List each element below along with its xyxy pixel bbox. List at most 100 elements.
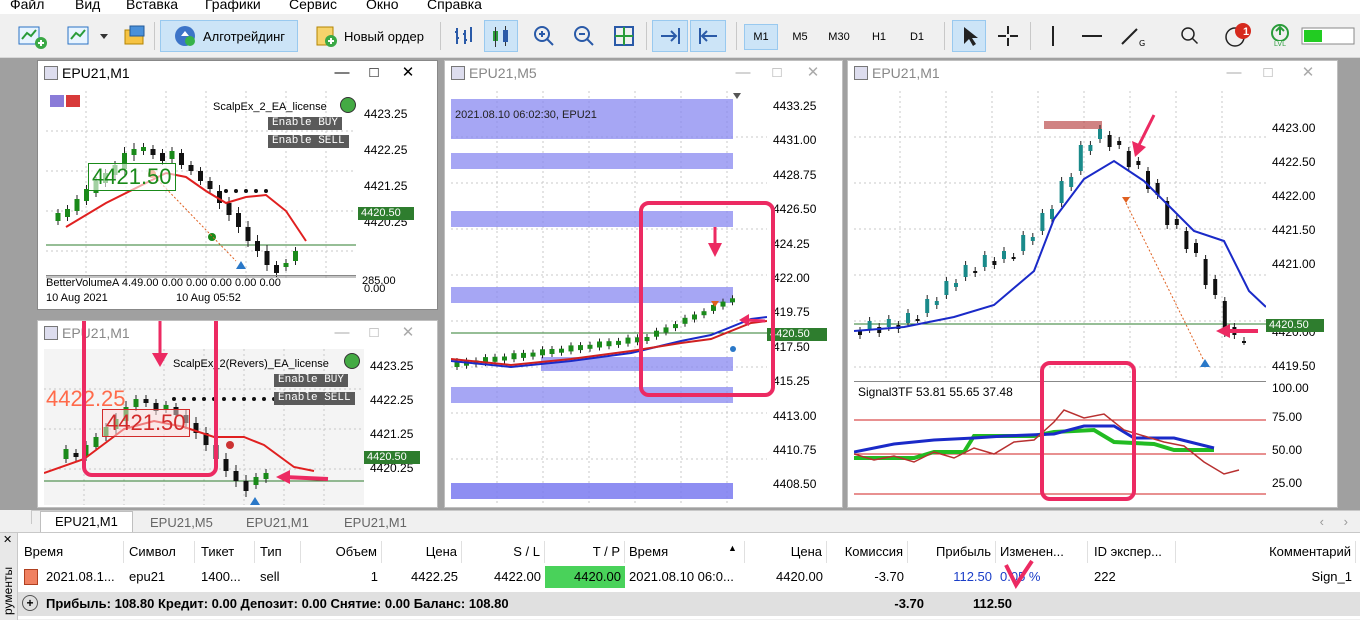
annotation-arrows xyxy=(708,227,766,326)
column-header-type[interactable]: Тип xyxy=(256,541,301,563)
expand-icon[interactable]: + xyxy=(22,595,38,611)
chart-window-2[interactable]: EPU21,M1 — □ ✕ ScalpEx_2(Revers)_EA_lice… xyxy=(37,320,438,508)
time-label: 10 Aug 2021 xyxy=(46,292,108,304)
column-header-tp[interactable]: T / P xyxy=(545,541,625,563)
crosshair-icon[interactable] xyxy=(992,20,1024,52)
candle xyxy=(274,265,279,273)
menu-file[interactable]: Файл xyxy=(10,0,44,12)
candle xyxy=(65,209,70,217)
toolbox-terminal: ✕ рументы Время 2021.08.1... Символ epu21 Ти… xyxy=(0,532,1360,620)
menu-charts[interactable]: Графики xyxy=(205,0,261,12)
indicator-icon xyxy=(66,95,80,107)
column-header-time[interactable]: Время xyxy=(20,541,124,563)
price-label: 4422.25 xyxy=(364,143,408,157)
chart-tabs: EPU21,M1 EPU21,M5 EPU21,M1 EPU21,M1 ‹ › xyxy=(32,510,1360,533)
algo-trading-button[interactable]: Алготрейдинг xyxy=(160,20,298,52)
menu-tools[interactable]: Сервис xyxy=(289,0,337,12)
cell-price: 4422.25 xyxy=(411,569,458,584)
menu-view[interactable]: Вид xyxy=(75,0,100,12)
column-header-close-price[interactable]: Цена xyxy=(745,541,827,563)
vertical-line-icon[interactable] xyxy=(1038,20,1068,52)
search-icon[interactable] xyxy=(1176,20,1204,52)
cell-symbol: epu21 xyxy=(129,569,166,584)
column-header-profit[interactable]: Прибыль xyxy=(908,541,996,563)
column-header-expert-id[interactable]: ID экспер... xyxy=(1090,541,1176,563)
column-header-symbol[interactable]: Символ xyxy=(125,541,195,563)
enable-buy-button[interactable]: Enable BUY xyxy=(268,117,343,130)
indicator-scale: 0.00 xyxy=(364,283,386,295)
zoom-in-icon[interactable] xyxy=(528,20,560,52)
order-icon xyxy=(24,569,38,585)
menu-insert[interactable]: Вставка xyxy=(126,0,178,12)
column-header-ticket[interactable]: Тикет xyxy=(197,541,255,563)
bar-chart-icon[interactable] xyxy=(448,20,478,52)
price-label: 4423.25 xyxy=(364,107,408,121)
column-header-comment[interactable]: Комментарий xyxy=(1176,541,1356,563)
timeframe-d1[interactable]: D1 xyxy=(900,24,934,50)
tab-scroll-right-icon[interactable]: › xyxy=(1344,514,1348,529)
candle xyxy=(160,153,165,161)
cell-type: sell xyxy=(260,569,280,584)
time-label: 10 Aug 05:52 xyxy=(176,292,241,304)
horizontal-line-icon[interactable] xyxy=(1076,20,1108,52)
tab-chart-3[interactable]: EPU21,M1 xyxy=(232,513,323,533)
chart-window-3[interactable]: EPU21,M5 — □ ✕ 2021.08.10 06:02:30, EPU2… xyxy=(444,60,843,508)
cell-expert-id: 222 xyxy=(1094,569,1116,584)
close-button[interactable]: ✕ xyxy=(393,62,423,84)
autoscroll-icon[interactable] xyxy=(652,20,688,52)
column-header-sl[interactable]: S / L xyxy=(463,541,545,563)
profiles-button[interactable] xyxy=(62,20,114,52)
notification-count: 1 xyxy=(1243,26,1250,38)
tab-chart-4[interactable]: EPU21,M1 xyxy=(330,513,421,533)
cell-tp: 4420.00 xyxy=(545,566,625,588)
toolbar: Алготрейдинг Новый ордер M1 M5 M30 H1 D1 xyxy=(0,14,1360,58)
dot-marker xyxy=(224,189,228,193)
timeframe-m5[interactable]: M5 xyxy=(783,24,817,50)
entry-marker xyxy=(208,233,216,241)
cell-close-time: 2021.08.10 06:0... xyxy=(629,569,734,584)
notifications-icon[interactable]: 1 xyxy=(1222,20,1256,52)
chart-shift-icon[interactable] xyxy=(690,20,726,52)
new-order-button[interactable]: Новый ордер xyxy=(302,20,436,52)
new-order-icon xyxy=(316,26,338,47)
menu-window[interactable]: Окно xyxy=(366,0,399,12)
maximize-button[interactable]: □ xyxy=(359,62,389,84)
timeframe-h1[interactable]: H1 xyxy=(862,24,896,50)
new-chart-button[interactable] xyxy=(12,20,58,52)
chart-window-1[interactable]: EPU21,M1 — □ ✕ BetterVolumeA 4.49.00 0.0… xyxy=(37,60,438,310)
chart-window-1-titlebar[interactable]: EPU21,M1 — □ ✕ xyxy=(38,61,437,85)
timeframe-m30[interactable]: M30 xyxy=(822,24,856,50)
tab-chart-2[interactable]: EPU21,M5 xyxy=(136,513,227,533)
candle xyxy=(283,263,289,267)
menu-help[interactable]: Справка xyxy=(427,0,482,12)
tab-scroll-left-icon[interactable]: ‹ xyxy=(1320,514,1324,529)
close-icon[interactable]: ✕ xyxy=(3,533,12,546)
candle xyxy=(179,153,184,165)
column-header-price[interactable]: Цена xyxy=(382,541,462,563)
candle xyxy=(245,227,251,241)
cell-close-price: 4420.00 xyxy=(776,569,823,584)
cursor-icon[interactable] xyxy=(952,20,986,52)
tile-windows-icon[interactable] xyxy=(608,20,640,52)
zoom-out-icon[interactable] xyxy=(568,20,600,52)
cell-volume: 1 xyxy=(370,569,378,584)
trendline-icon[interactable]: G xyxy=(1116,20,1150,52)
column-header-commission[interactable]: Комиссия xyxy=(828,541,908,563)
summary-row: + Прибыль: 108.80 Кредит: 0.00 Депозит: … xyxy=(18,592,1360,616)
tab-chart-1[interactable]: EPU21,M1 xyxy=(40,511,133,533)
market-watch-icon[interactable] xyxy=(118,20,150,52)
timeframe-m1[interactable]: M1 xyxy=(744,24,778,50)
column-header-close-time[interactable]: Время xyxy=(625,541,745,563)
indicator-icon xyxy=(50,95,64,107)
enable-sell-button[interactable]: Enable SELL xyxy=(268,135,349,148)
candles-icon[interactable] xyxy=(484,20,518,52)
price-scale: 4423.25 4422.25 4421.25 4420.25 4420.50 … xyxy=(358,91,437,287)
column-header-volume[interactable]: Объем xyxy=(302,541,382,563)
chart-window-4[interactable]: EPU21,M1 — □ ✕ Signal3TF 53.81 55.65 37.… xyxy=(847,60,1338,508)
minimize-button[interactable]: — xyxy=(327,62,357,84)
summary-commission: -3.70 xyxy=(894,596,924,611)
cell-profit: 112.50 xyxy=(953,569,992,584)
candle xyxy=(141,147,146,151)
annotation-arrows xyxy=(1132,114,1258,338)
lvl-icon[interactable]: LVL xyxy=(1264,20,1296,52)
